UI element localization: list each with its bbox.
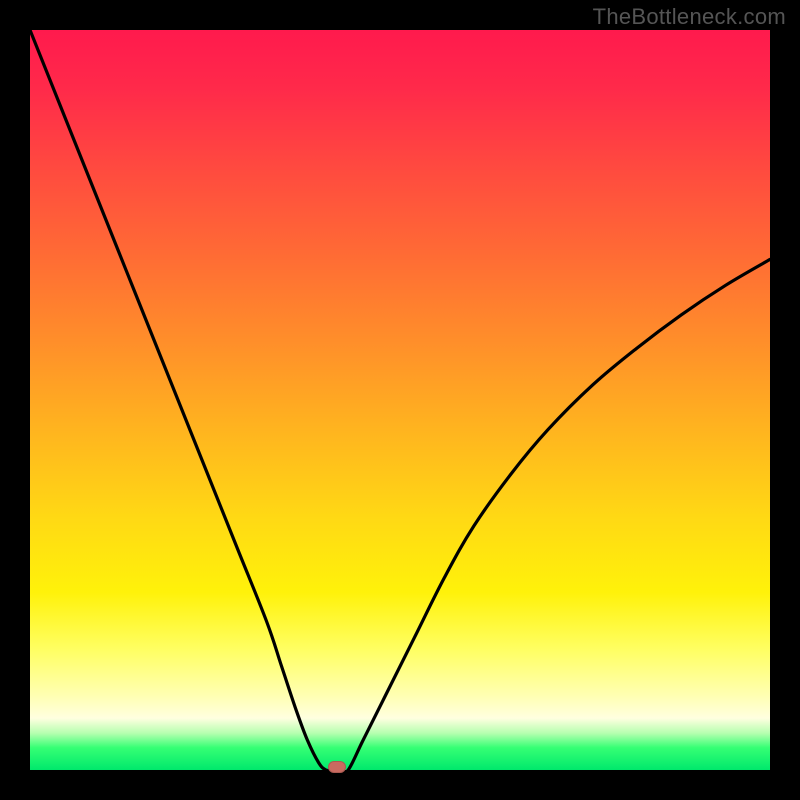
plot-area <box>30 30 770 770</box>
chart-frame: TheBottleneck.com <box>0 0 800 800</box>
min-marker <box>328 761 346 773</box>
bottleneck-curve <box>30 30 770 770</box>
watermark-text: TheBottleneck.com <box>593 4 786 30</box>
curve-svg <box>30 30 770 770</box>
